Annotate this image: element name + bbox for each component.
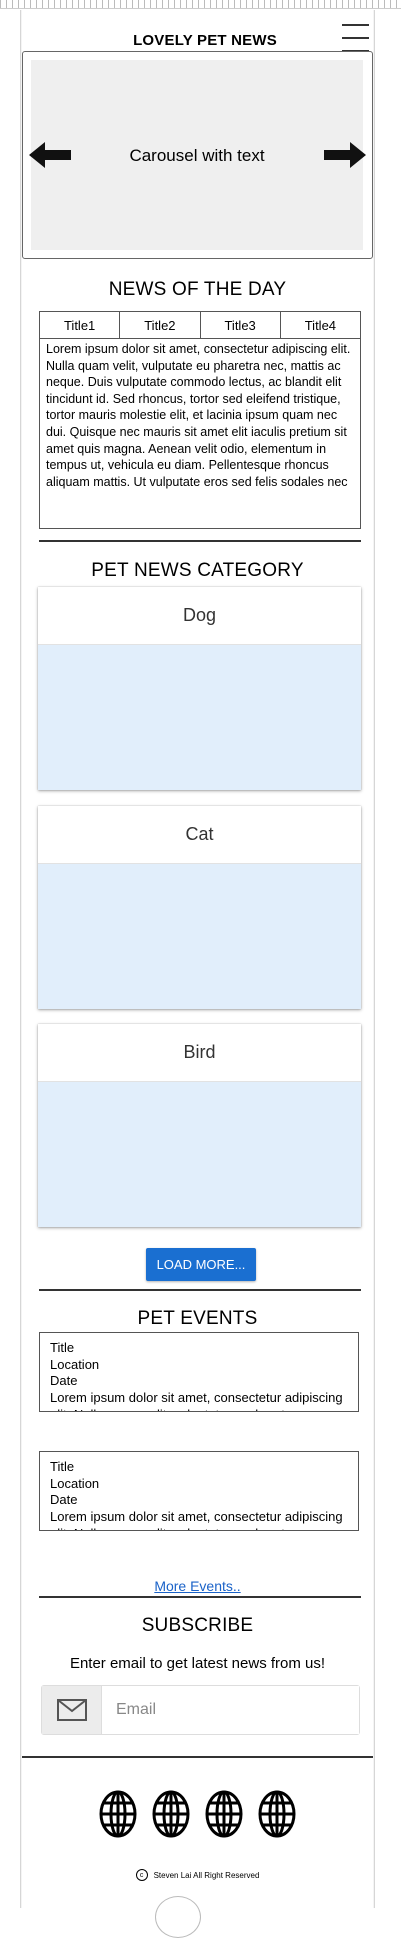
envelope-icon bbox=[42, 1686, 102, 1734]
arrow-right-icon[interactable] bbox=[324, 142, 366, 168]
globe-icon[interactable] bbox=[98, 1790, 138, 1838]
card-image bbox=[38, 1082, 361, 1227]
event-date: Date bbox=[50, 1373, 78, 1389]
footer-divider bbox=[22, 1756, 373, 1758]
event-title: Title bbox=[50, 1340, 75, 1355]
top-ruler bbox=[0, 0, 401, 9]
divider bbox=[39, 1289, 361, 1291]
card-title: Cat bbox=[38, 806, 361, 864]
carousel-slide: Carousel with text bbox=[31, 60, 363, 250]
event-location: Location bbox=[50, 1356, 100, 1372]
news-tabs: Title1 Title2 Title3 Title4 bbox=[39, 311, 361, 339]
social-links bbox=[22, 1790, 373, 1838]
divider bbox=[39, 1596, 361, 1598]
arrow-left-icon[interactable] bbox=[29, 142, 71, 168]
globe-icon[interactable] bbox=[204, 1790, 244, 1838]
event-card[interactable]: Title Location Date Lorem ipsum dolor si… bbox=[39, 1332, 359, 1412]
email-field bbox=[41, 1685, 360, 1735]
category-section-title: PET NEWS CATEGORY bbox=[91, 560, 304, 581]
subscribe-description: Enter email to get latest news from us! bbox=[69, 1655, 326, 1672]
carousel-text: Carousel with text bbox=[129, 146, 265, 165]
copyright: c Steven Lai All Right Reserved bbox=[22, 1869, 373, 1881]
mobile-page: LOVELY PET NEWS Carousel with text NEWS … bbox=[22, 10, 373, 1908]
event-title: Title bbox=[50, 1459, 75, 1474]
copyright-icon: c bbox=[135, 1869, 148, 1881]
card-title: Bird bbox=[38, 1024, 361, 1082]
card-title: Dog bbox=[38, 587, 361, 645]
globe-icon[interactable] bbox=[257, 1790, 297, 1838]
category-card-cat[interactable]: Cat bbox=[38, 806, 361, 1009]
category-card-bird[interactable]: Bird bbox=[38, 1024, 361, 1227]
subscribe-title: SUBSCRIBE bbox=[141, 1615, 254, 1636]
hamburger-menu-icon[interactable] bbox=[342, 24, 369, 52]
event-location: Location bbox=[50, 1475, 100, 1491]
globe-icon[interactable] bbox=[151, 1790, 191, 1838]
divider bbox=[39, 540, 361, 542]
tab-title1[interactable]: Title1 bbox=[40, 312, 121, 338]
carousel[interactable]: Carousel with text bbox=[22, 51, 373, 259]
card-image bbox=[38, 645, 361, 790]
tab-title3[interactable]: Title3 bbox=[201, 312, 281, 338]
news-section-title: NEWS OF THE DAY bbox=[108, 279, 287, 300]
event-description: Lorem ipsum dolor sit amet, consectetur … bbox=[50, 1390, 343, 1411]
event-card[interactable]: Title Location Date Lorem ipsum dolor si… bbox=[39, 1451, 359, 1531]
event-date: Date bbox=[50, 1492, 78, 1508]
news-content: Lorem ipsum dolor sit amet, consectetur … bbox=[39, 339, 361, 529]
copyright-text: Steven Lai All Right Reserved bbox=[153, 1870, 260, 1880]
category-card-dog[interactable]: Dog bbox=[38, 587, 361, 790]
events-section-title: PET EVENTS bbox=[137, 1308, 258, 1329]
event-description: Lorem ipsum dolor sit amet, consectetur … bbox=[50, 1509, 343, 1530]
email-input[interactable] bbox=[102, 1686, 359, 1734]
tab-title4[interactable]: Title4 bbox=[281, 312, 360, 338]
tab-title2[interactable]: Title2 bbox=[120, 312, 201, 338]
card-image bbox=[38, 864, 361, 1009]
load-more-button[interactable]: LOAD MORE... bbox=[146, 1248, 256, 1281]
more-events-link[interactable]: More Events.. bbox=[22, 1578, 373, 1594]
home-indicator bbox=[155, 1896, 201, 1938]
